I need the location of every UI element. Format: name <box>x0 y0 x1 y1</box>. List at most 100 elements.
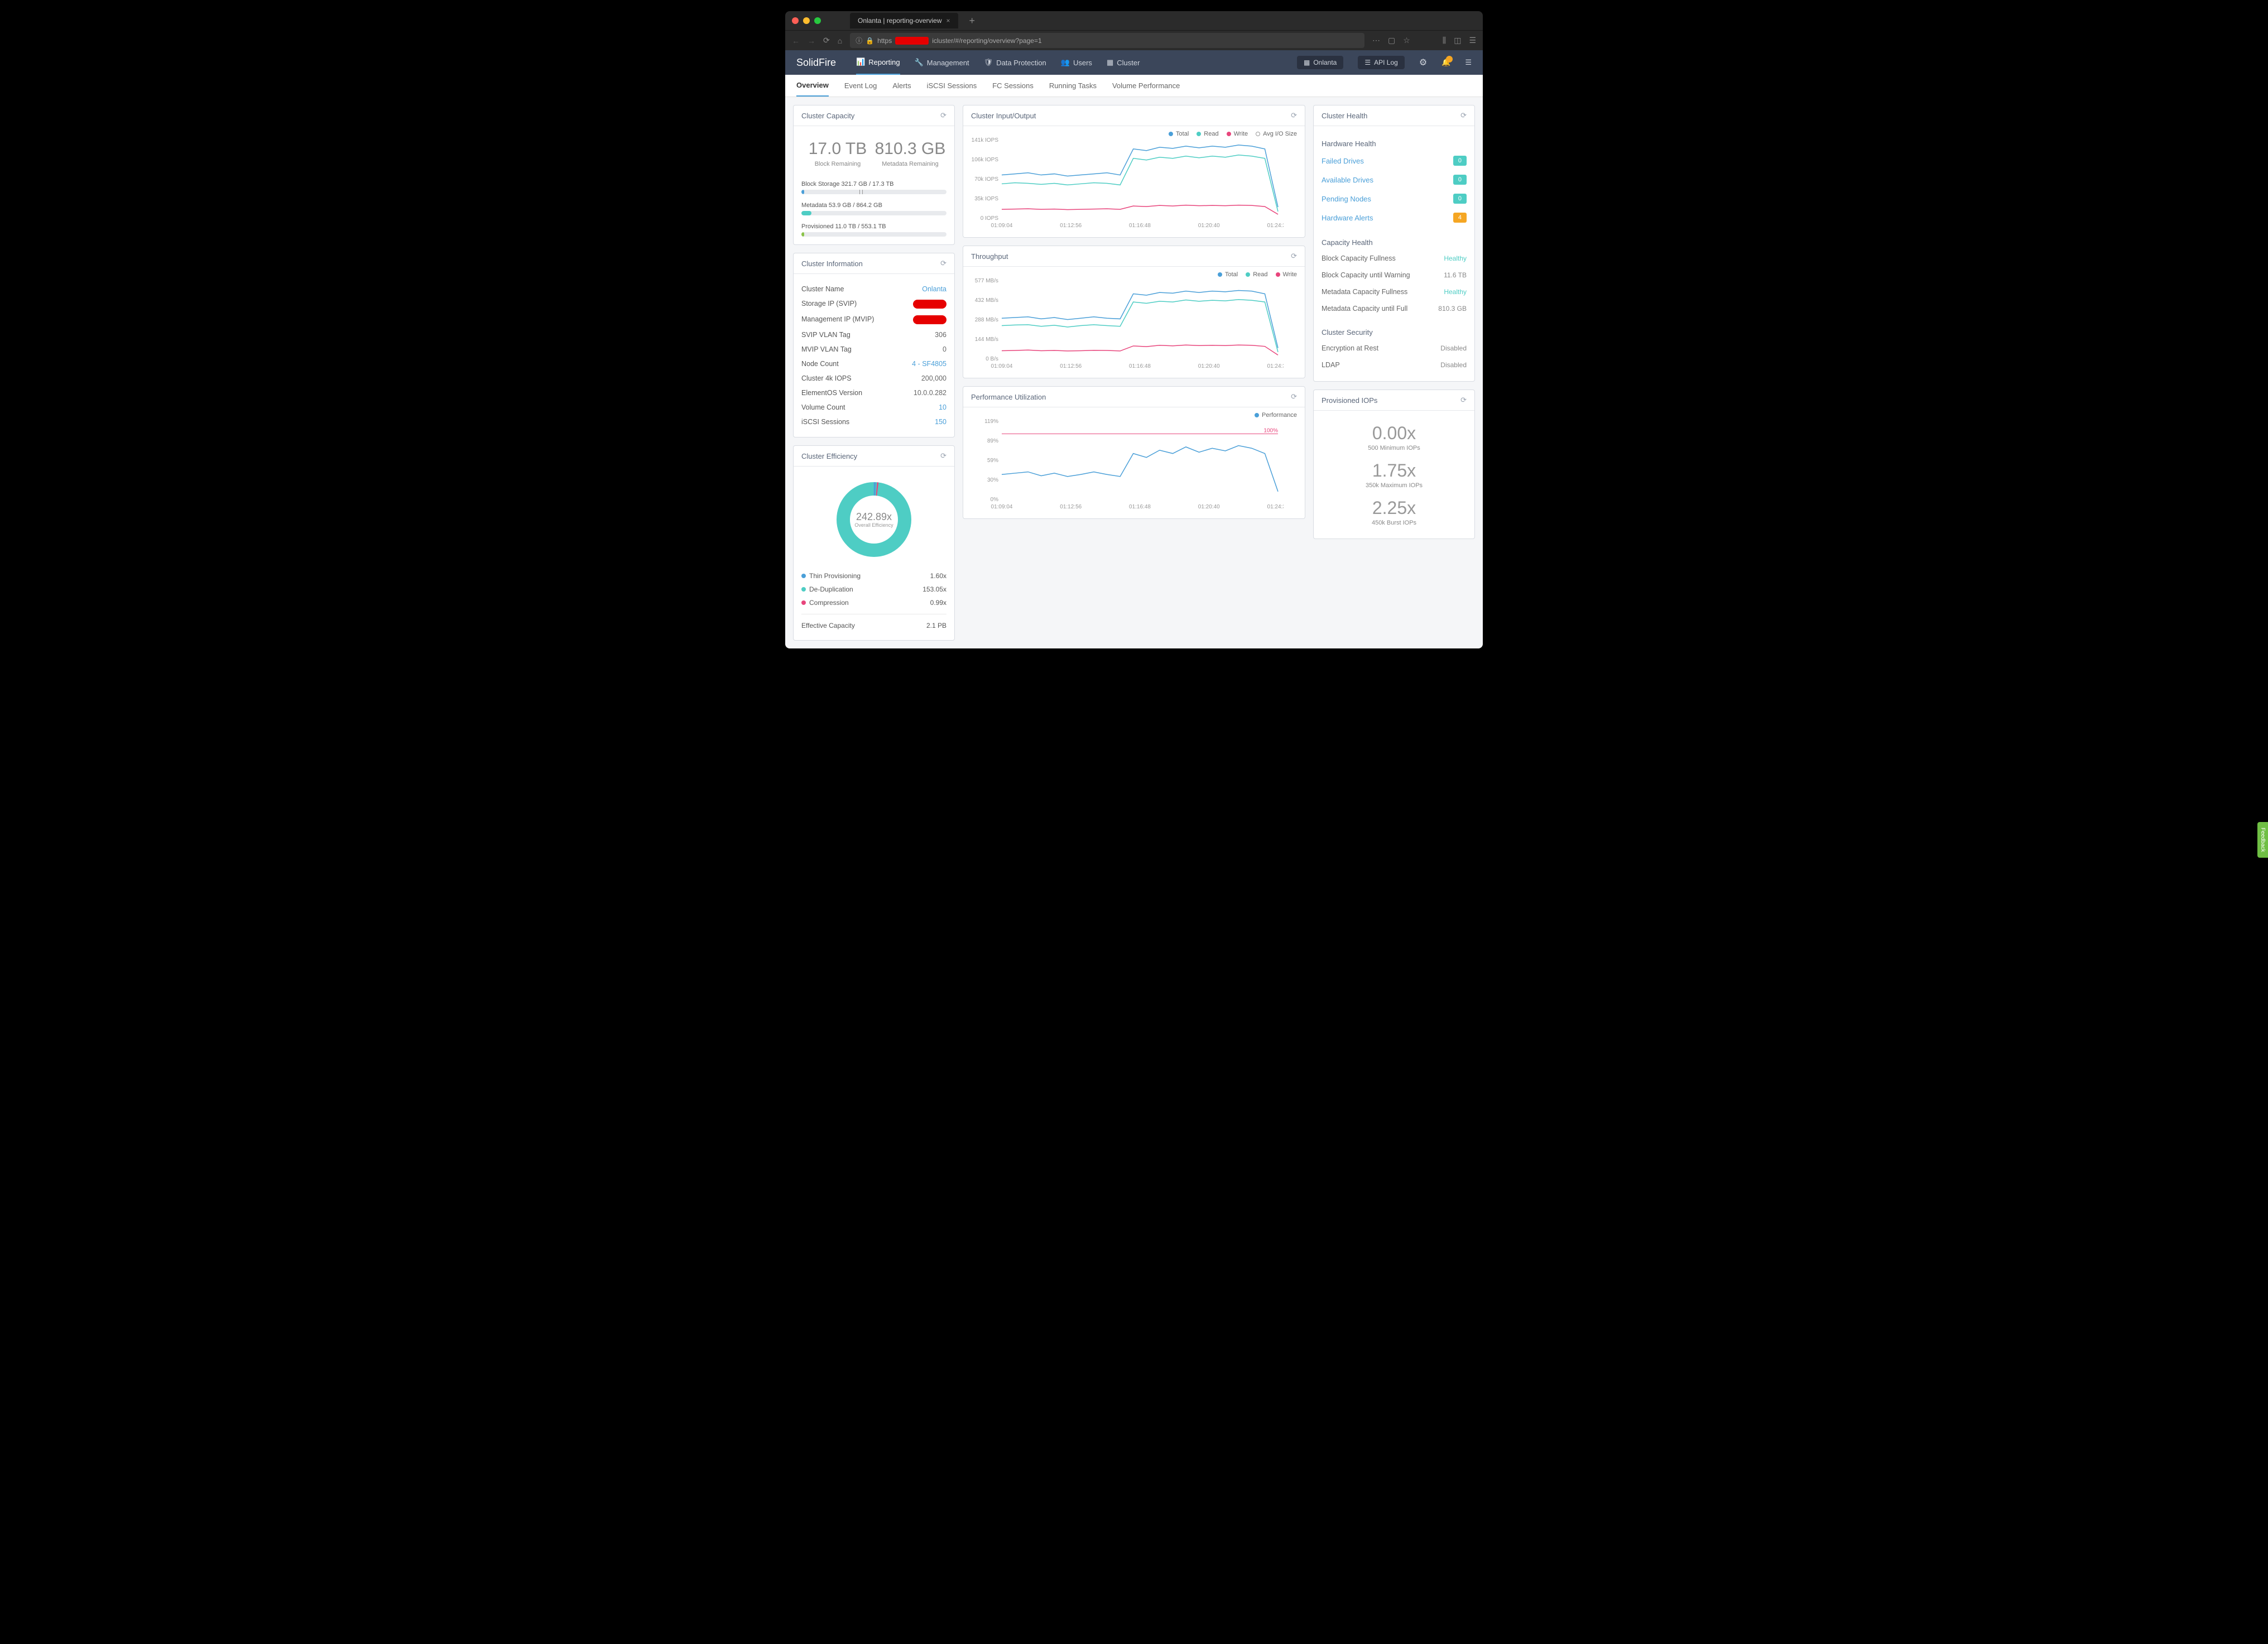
info-value[interactable]: 4 - SF4805 <box>912 360 946 368</box>
svg-text:01:24:33: 01:24:33 <box>1267 223 1284 229</box>
info-icon: ⓘ <box>856 36 862 45</box>
browser-tab[interactable]: Onlanta | reporting-overview × <box>850 13 958 28</box>
subnav-volperf[interactable]: Volume Performance <box>1112 75 1180 96</box>
info-value[interactable]: 150 <box>935 418 946 426</box>
svg-text:144 MB/s: 144 MB/s <box>975 337 998 343</box>
users-icon: 👥 <box>1061 58 1070 67</box>
minimize-window-icon[interactable] <box>803 17 810 24</box>
hw-health-row: Failed Drives 0 <box>1322 151 1467 170</box>
more-icon[interactable]: ⋯ <box>1372 36 1380 45</box>
svg-text:0 IOPS: 0 IOPS <box>981 215 999 222</box>
brand[interactable]: SolidFire <box>796 57 836 69</box>
refresh-icon[interactable]: ⟳ <box>1291 392 1297 401</box>
card-cluster-capacity: Cluster Capacity⟳ 17.0 TBBlock Remaining… <box>793 105 955 245</box>
capacity-bar: Provisioned 11.0 TB / 553.1 TB <box>801 223 946 237</box>
effective-capacity-label: Effective Capacity <box>801 622 855 629</box>
lock-icon: 🔒 <box>866 37 874 45</box>
close-tab-icon[interactable]: × <box>946 17 950 25</box>
security-title: Cluster Security <box>1322 323 1467 340</box>
info-value[interactable]: 10 <box>939 403 946 411</box>
cap-health-row: Metadata Capacity FullnessHealthy <box>1322 283 1467 300</box>
urlbar-right: ⋯ ▢ ☆ ⫼ ◫ ☰ <box>1372 36 1476 45</box>
legend-dot-avg <box>1256 132 1260 136</box>
capacity-health-title: Capacity Health <box>1322 233 1467 250</box>
hw-health-badge: 0 <box>1453 194 1467 204</box>
refresh-icon[interactable]: ⟳ <box>940 111 946 120</box>
card-cluster-info: Cluster Information ⟳ Cluster NameOnlanta… <box>793 253 955 438</box>
home-icon[interactable]: ⌂ <box>838 36 842 45</box>
info-row: Cluster NameOnlanta <box>801 282 946 296</box>
cap-health-row: Block Capacity FullnessHealthy <box>1322 250 1467 267</box>
hw-health-link[interactable]: Hardware Alerts <box>1322 214 1373 222</box>
sec-row: LDAPDisabled <box>1322 357 1467 373</box>
info-row: Volume Count10 <box>801 400 946 415</box>
nav-cluster[interactable]: ▦Cluster <box>1107 51 1140 74</box>
hardware-health-title: Hardware Health <box>1322 134 1467 151</box>
card-cluster-health: Cluster Health ⟳ Hardware Health Failed D… <box>1313 105 1475 382</box>
reader-icon[interactable]: ▢ <box>1388 36 1395 45</box>
card-title: Provisioned IOPs <box>1322 396 1377 405</box>
nav-data-protection[interactable]: 🛡Data Protection <box>984 51 1046 74</box>
sidebar-icon[interactable]: ◫ <box>1454 36 1461 45</box>
nav-users[interactable]: 👥Users <box>1061 51 1092 74</box>
tenant-pill[interactable]: ▦Onlanta <box>1297 56 1343 69</box>
card-title: Throughput <box>971 252 1008 261</box>
effective-capacity-value: 2.1 PB <box>926 622 946 629</box>
hw-health-badge: 0 <box>1453 156 1467 166</box>
svg-text:89%: 89% <box>987 438 998 444</box>
info-row: iSCSI Sessions150 <box>801 415 946 429</box>
refresh-icon[interactable]: ⟳ <box>1460 111 1467 120</box>
legend-throughput: Total Read Write <box>963 267 1305 278</box>
hw-health-badge: 4 <box>1453 213 1467 223</box>
svg-text:01:09:04: 01:09:04 <box>991 363 1013 369</box>
reload-icon[interactable]: ⟳ <box>823 36 830 45</box>
svg-text:30%: 30% <box>987 477 998 483</box>
close-window-icon[interactable] <box>792 17 799 24</box>
refresh-icon[interactable]: ⟳ <box>940 451 946 460</box>
card-prov-iops: Provisioned IOPs⟳ 0.00x500 Minimum IOPs1… <box>1313 390 1475 539</box>
chart-icon: 📊 <box>856 57 865 66</box>
hw-health-link[interactable]: Pending Nodes <box>1322 195 1371 203</box>
hamburger-icon[interactable]: ☰ <box>1465 58 1472 67</box>
card-title: Cluster Information <box>801 259 863 268</box>
back-icon[interactable]: ← <box>792 36 800 45</box>
subnav-fc[interactable]: FC Sessions <box>992 75 1034 96</box>
card-title: Cluster Health <box>1322 112 1367 120</box>
feedback-tab[interactable]: Feedback <box>2257 822 2268 858</box>
settings-icon[interactable]: ⚙ <box>1419 57 1427 68</box>
refresh-icon[interactable]: ⟳ <box>1291 111 1297 120</box>
svg-text:106k IOPS: 106k IOPS <box>972 157 999 163</box>
card-title: Performance Utilization <box>971 393 1046 401</box>
subnav-alerts[interactable]: Alerts <box>892 75 911 96</box>
capacity-bar: Block Storage 321.7 GB / 17.3 TB <box>801 181 946 194</box>
notifications-icon[interactable]: 🔔 <box>1441 58 1450 67</box>
subnav-tasks[interactable]: Running Tasks <box>1049 75 1097 96</box>
svg-text:01:12:56: 01:12:56 <box>1060 504 1082 510</box>
refresh-icon[interactable]: ⟳ <box>940 259 946 268</box>
info-row: Cluster 4k IOPS200,000 <box>801 371 946 386</box>
info-row: MVIP VLAN Tag0 <box>801 342 946 357</box>
url-input[interactable]: ⓘ 🔒 https icluster/#/reporting/overview?… <box>850 33 1364 48</box>
legend-dot-write <box>1227 132 1231 136</box>
info-value[interactable]: Onlanta <box>922 285 946 293</box>
subnav-iscsi[interactable]: iSCSI Sessions <box>927 75 977 96</box>
refresh-icon[interactable]: ⟳ <box>1460 396 1467 405</box>
efficiency-row: De-Duplication153.05x <box>801 583 946 596</box>
subnav-event-log[interactable]: Event Log <box>844 75 877 96</box>
nav-management[interactable]: 🔧Management <box>915 51 969 74</box>
hw-health-link[interactable]: Available Drives <box>1322 176 1373 184</box>
api-log-button[interactable]: ☰API Log <box>1358 56 1404 69</box>
maximize-window-icon[interactable] <box>814 17 821 24</box>
bookmark-icon[interactable]: ☆ <box>1403 36 1410 45</box>
hw-health-link[interactable]: Failed Drives <box>1322 157 1364 165</box>
library-icon[interactable]: ⫼ <box>1443 36 1446 45</box>
subnav-overview[interactable]: Overview <box>796 75 829 97</box>
tab-title: Onlanta | reporting-overview <box>858 17 942 25</box>
menu-icon[interactable]: ☰ <box>1469 36 1476 45</box>
new-tab-icon[interactable]: + <box>969 15 976 27</box>
svg-text:01:12:56: 01:12:56 <box>1060 363 1082 369</box>
nav-reporting[interactable]: 📊Reporting <box>856 50 900 75</box>
legend-dot-write <box>1276 272 1280 277</box>
refresh-icon[interactable]: ⟳ <box>1291 252 1297 261</box>
svg-text:70k IOPS: 70k IOPS <box>974 176 998 182</box>
